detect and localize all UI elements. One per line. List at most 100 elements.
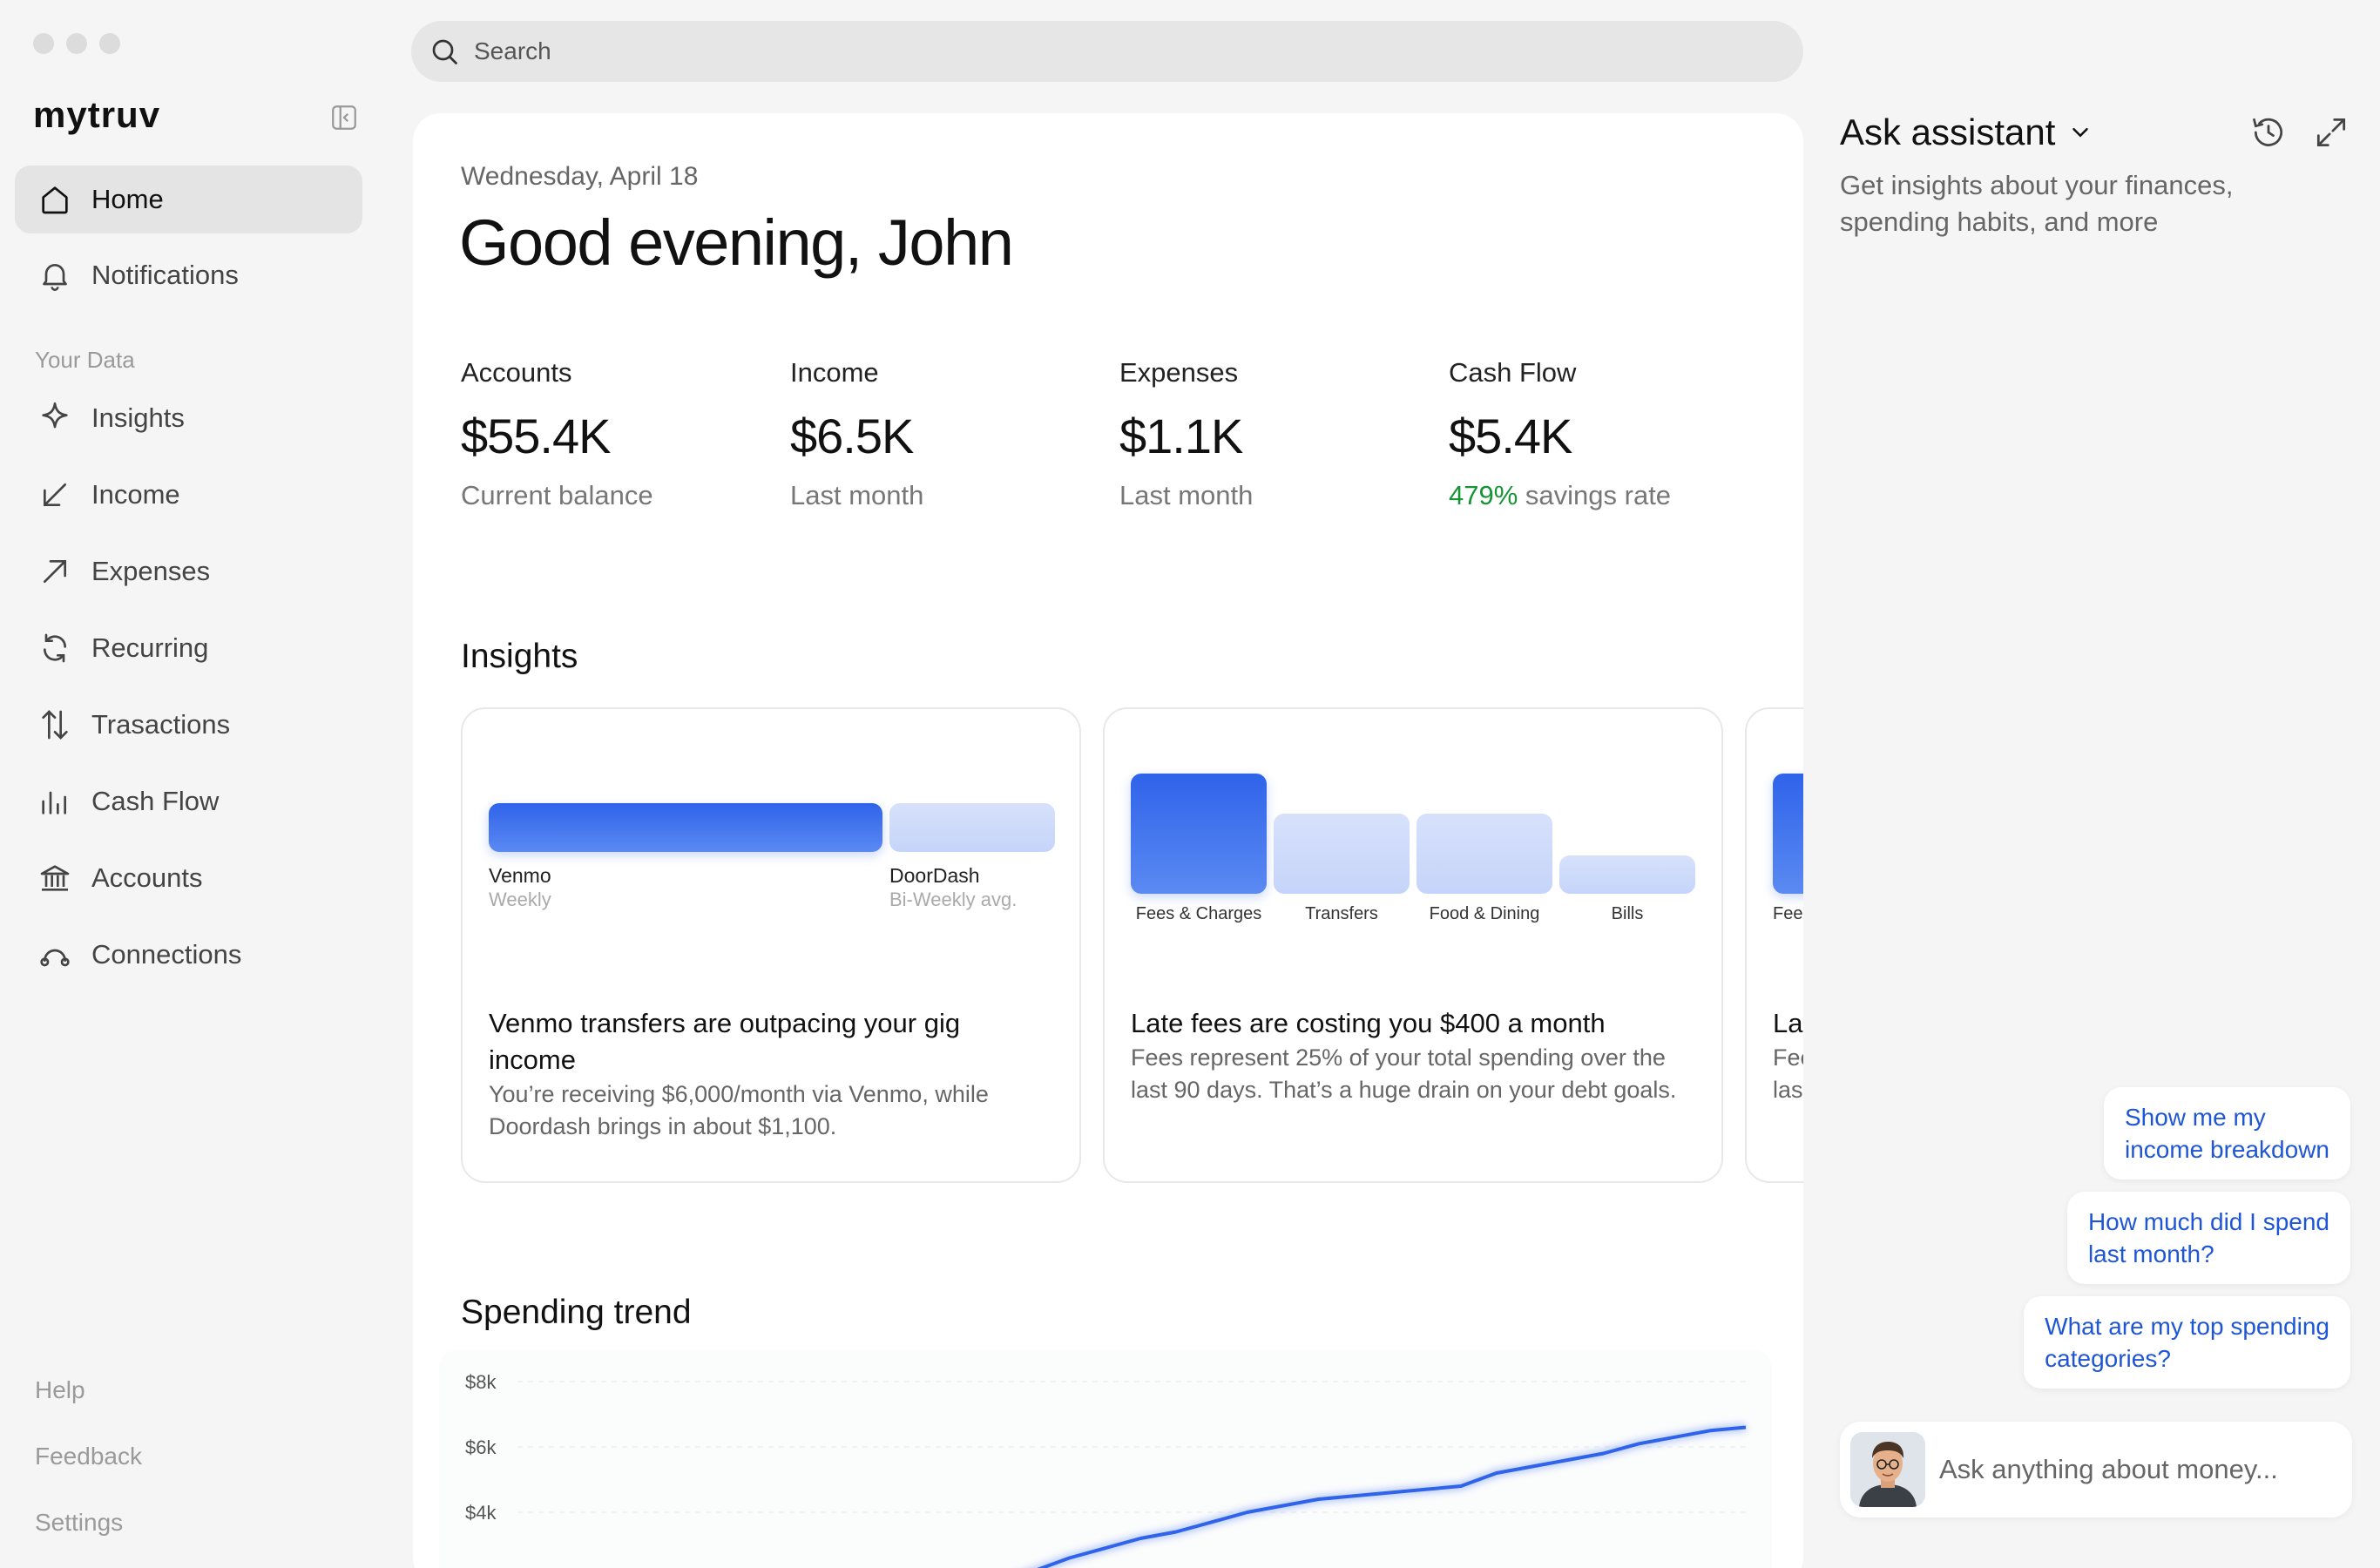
sidebar-item-income[interactable]: Income	[15, 461, 362, 529]
insight-title: Late fees are costing you $400 a month	[1131, 1008, 1606, 1038]
bar-label: Fees	[1773, 904, 1803, 923]
stat-label: Expenses	[1119, 357, 1239, 388]
sidebar-item-label: Trasactions	[91, 709, 231, 740]
bar-sublabel: Bi-Weekly avg.	[889, 889, 1018, 910]
arrow-up-right-icon	[44, 560, 66, 583]
your-data-section-label: Your Data	[35, 347, 135, 373]
savings-rate-label: savings rate	[1518, 480, 1672, 510]
settings-link[interactable]: Settings	[35, 1509, 123, 1537]
chevron-down-icon	[2072, 128, 2089, 138]
arrows-up-down-icon	[42, 710, 68, 740]
venmo-bar	[489, 803, 882, 852]
assistant-title-dropdown[interactable]: Ask assistant	[1840, 112, 2093, 153]
sidebar-item-accounts[interactable]: Accounts	[15, 844, 362, 912]
insight-description: You’re receiving $6,000/month via Venmo,…	[489, 1081, 989, 1139]
assistant-avatar	[1850, 1432, 1925, 1507]
expand-icon[interactable]	[2312, 113, 2350, 152]
app-logo: mytruv	[33, 94, 161, 135]
transfers-bar	[1274, 814, 1410, 894]
bar-label: Food & Dining	[1429, 904, 1540, 923]
sidebar-item-insights[interactable]: Insights	[15, 384, 362, 452]
savings-rate-value: 479%	[1449, 480, 1518, 510]
stat-accounts[interactable]: Accounts $55.4K Current balance	[461, 357, 774, 511]
suggestion-income-breakdown[interactable]: Show me my income breakdown	[2103, 1087, 2350, 1179]
assistant-subtitle: Get insights about your finances, spendi…	[1840, 170, 2234, 237]
stat-value: $5.4K	[1449, 409, 1572, 463]
fees-charges-bar	[1773, 774, 1803, 894]
sidebar-item-label: Home	[91, 184, 164, 214]
help-link[interactable]: Help	[35, 1376, 85, 1404]
stat-value: $55.4K	[461, 409, 612, 463]
ask-input-box[interactable]	[1840, 1422, 2352, 1517]
search-input[interactable]	[474, 37, 1694, 65]
spending-trend-svg: $8k $6k $4k	[465, 1371, 1747, 1568]
insight-card-late-fees[interactable]: Fees & Charges Transfers Food & Dining B…	[1103, 707, 1723, 1183]
doordash-bar	[889, 803, 1055, 852]
bank-icon	[40, 865, 70, 891]
minimize-window-button[interactable]	[66, 33, 87, 54]
sidebar-item-label: Accounts	[91, 862, 203, 893]
sidebar-item-label: Insights	[91, 402, 185, 433]
suggestion-top-categories[interactable]: What are my top spending categories?	[2024, 1296, 2350, 1389]
search-bar[interactable]	[411, 21, 1803, 82]
suggestion-spend-last-month[interactable]: How much did I spend last month?	[2066, 1192, 2350, 1284]
y-tick-label: $8k	[465, 1371, 497, 1393]
current-date: Wednesday, April 18	[461, 162, 699, 191]
spending-trend-chart[interactable]: $8k $6k $4k	[439, 1350, 1772, 1568]
stat-label: Accounts	[461, 357, 572, 388]
sidebar-item-home[interactable]: Home	[15, 166, 362, 233]
spending-trend-title: Spending trend	[461, 1294, 692, 1331]
sidebar-item-notifications[interactable]: Notifications	[15, 241, 362, 309]
series-line	[1037, 1425, 1747, 1568]
stat-expenses[interactable]: Expenses $1.1K Last month	[1119, 357, 1433, 511]
bar-label: Transfers	[1305, 904, 1378, 923]
feedback-link[interactable]: Feedback	[35, 1443, 142, 1470]
sidebar-item-label: Recurring	[91, 632, 209, 663]
sidebar-item-connections[interactable]: Connections	[15, 921, 362, 989]
sidebar-collapse-icon[interactable]	[329, 103, 359, 132]
suggestion-text: Show me my income breakdown	[2124, 1104, 2329, 1163]
sidebar-item-expenses[interactable]: Expenses	[15, 537, 362, 605]
sparkle-icon	[42, 402, 68, 429]
sidebar-item-cash-flow[interactable]: Cash Flow	[15, 767, 362, 835]
assistant-title: Ask assistant	[1840, 112, 2056, 152]
sidebar-item-label: Expenses	[91, 556, 211, 586]
stat-cash-flow[interactable]: Cash Flow $5.4K 479% savings rate	[1449, 357, 1762, 511]
sidebar-item-transactions[interactable]: Trasactions	[15, 691, 362, 759]
bar-label: Bills	[1611, 904, 1644, 923]
bar-label: Fees & Charges	[1135, 904, 1262, 923]
refresh-icon	[44, 633, 66, 663]
stat-sub: Last month	[790, 480, 924, 510]
insight-card-partial[interactable]: Fees Late fees are costing you $400 a mo…	[1745, 707, 1803, 1183]
sidebar-item-label: Income	[91, 479, 180, 510]
maximize-window-button[interactable]	[99, 33, 120, 54]
bar-label: Venmo	[489, 864, 551, 887]
sidebar-item-label: Connections	[91, 939, 242, 970]
suggestion-text: How much did I spend last month?	[2087, 1208, 2329, 1267]
search-icon	[432, 39, 457, 64]
stat-sub: 479% savings rate	[1449, 480, 1762, 511]
stat-value: $1.1K	[1119, 409, 1243, 463]
food-dining-bar	[1417, 814, 1552, 894]
insight-title: Venmo transfers are outpacing your gig i…	[489, 1008, 961, 1075]
bell-icon	[43, 264, 67, 291]
main-panel: Wednesday, April 18 Good evening, John A…	[413, 113, 1803, 1568]
close-window-button[interactable]	[33, 33, 54, 54]
insight-title: Late fees are costing you $400 a month	[1773, 1008, 1803, 1038]
history-icon[interactable]	[2249, 113, 2288, 152]
stat-label: Cash Flow	[1449, 357, 1577, 388]
ask-input[interactable]	[1939, 1454, 2340, 1485]
home-icon	[42, 186, 68, 214]
stat-sub: Last month	[1119, 480, 1254, 510]
bar-sublabel: Weekly	[489, 889, 551, 910]
insight-card-venmo[interactable]: Venmo Weekly DoorDash Bi-Weekly avg. Ven…	[461, 707, 1081, 1183]
stat-value: $6.5K	[790, 409, 914, 463]
insights-section-title: Insights	[461, 638, 578, 675]
stat-sub: Current balance	[461, 480, 653, 510]
y-tick-label: $4k	[465, 1502, 497, 1524]
assistant-panel: Ask assistant Get insights about your fi…	[1803, 0, 2380, 1568]
sidebar-item-recurring[interactable]: Recurring	[15, 614, 362, 682]
insight-description: Fees represent 25% of your total spendin…	[1131, 1044, 1677, 1103]
bar-chart-icon	[42, 791, 66, 814]
stat-income[interactable]: Income $6.5K Last month	[790, 357, 1104, 511]
